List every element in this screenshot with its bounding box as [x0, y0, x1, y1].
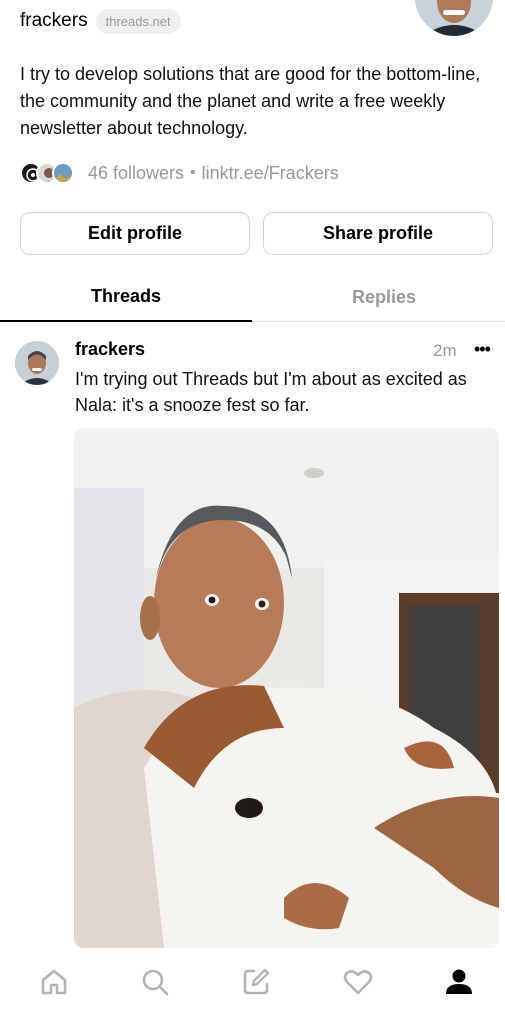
bottom-navigation: [0, 950, 505, 1024]
profile-avatar[interactable]: [415, 0, 493, 36]
post-timestamp: 2m: [433, 341, 457, 360]
profile-username: frackers: [20, 10, 88, 31]
compose-icon[interactable]: [236, 962, 276, 1002]
tab-threads[interactable]: Threads: [0, 272, 252, 322]
heart-icon[interactable]: [338, 962, 378, 1002]
follower-avatars: [20, 160, 80, 186]
profile-tabs: Threads Replies: [0, 272, 505, 322]
separator-dot: •: [190, 164, 196, 181]
post-author-avatar[interactable]: [15, 341, 59, 385]
search-icon[interactable]: [135, 962, 175, 1002]
share-profile-button[interactable]: Share profile: [263, 212, 493, 255]
profile-avatar-image: [415, 0, 493, 36]
profile-bio: I try to develop solutions that are good…: [20, 64, 481, 138]
post-photo[interactable]: [74, 428, 499, 948]
profile-icon[interactable]: [439, 962, 479, 1002]
post-avatar-image: [15, 341, 59, 385]
tab-replies[interactable]: Replies: [258, 272, 505, 322]
domain-badge[interactable]: threads.net: [95, 8, 181, 34]
post-author-name[interactable]: frackers: [75, 339, 145, 360]
profile-link[interactable]: linktr.ee/Frackers: [202, 163, 339, 184]
profile-header: frackers threads.net: [20, 6, 181, 36]
edit-profile-button[interactable]: Edit profile: [20, 212, 250, 255]
home-icon[interactable]: [34, 962, 74, 1002]
followers-count[interactable]: 46 followers: [88, 163, 184, 184]
post-photo-image: [74, 428, 499, 948]
more-options-icon[interactable]: •••: [474, 339, 491, 360]
follower-avatar: [52, 162, 74, 184]
post-text: I'm trying out Threads but I'm about as …: [75, 369, 467, 415]
followers-row[interactable]: 46 followers • linktr.ee/Frackers: [20, 160, 339, 186]
